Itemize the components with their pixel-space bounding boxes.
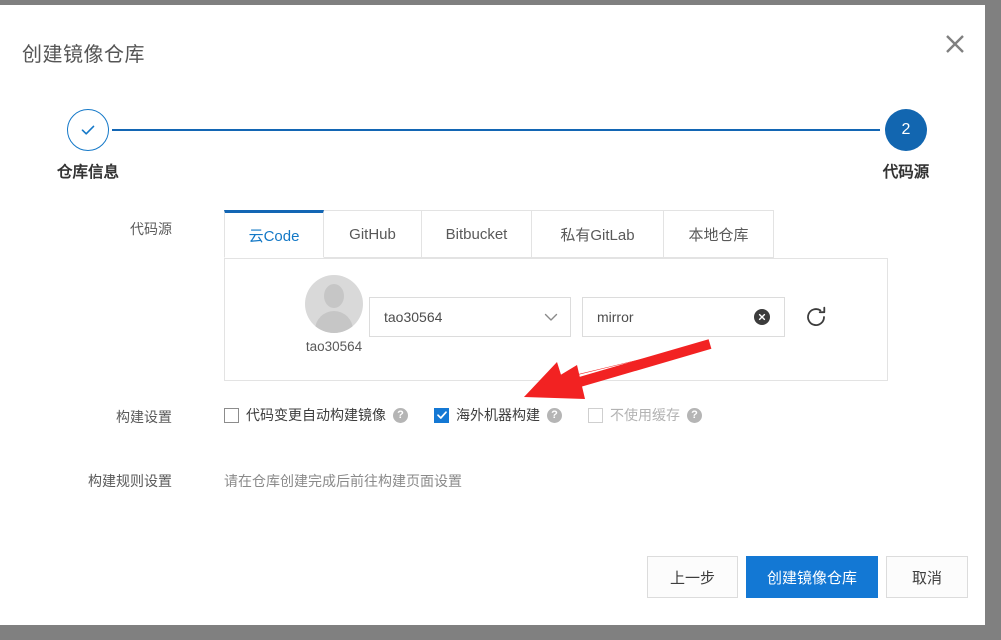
step-1-indicator [67, 109, 109, 151]
checkbox-label: 代码变更自动构建镜像 [246, 407, 386, 423]
checkbox-label: 不使用缓存 [610, 407, 680, 423]
step-1-label: 仓库信息 [56, 164, 119, 181]
help-icon[interactable]: ? [547, 407, 562, 423]
check-icon [436, 411, 447, 419]
checkbox-no-cache: 不使用缓存 ? [588, 405, 702, 425]
checkbox-box [588, 407, 603, 423]
code-source-tabs: 云Code GitHub Bitbucket 私有GitLab 本地仓库 [224, 210, 774, 258]
user-avatar-placeholder-icon [305, 275, 363, 333]
chevron-down-icon [544, 313, 558, 321]
check-icon [81, 125, 95, 135]
progress-stepper: 仓库信息 2 代码源 [0, 5, 985, 195]
organization-select-value: tao30564 [384, 309, 443, 325]
avatar-username: tao30564 [305, 339, 363, 354]
dialog-footer: 上一步 创建镜像仓库 取消 [0, 556, 985, 600]
clear-circle-icon[interactable] [754, 309, 770, 325]
checkbox-label: 海外机器构建 [456, 407, 540, 423]
window-right-chrome [985, 0, 1001, 640]
create-repository-button[interactable]: 创建镜像仓库 [746, 556, 878, 598]
previous-step-button[interactable]: 上一步 [647, 556, 738, 598]
step-2-indicator: 2 [885, 109, 927, 151]
tab-private-gitlab[interactable]: 私有GitLab [532, 210, 664, 258]
help-icon[interactable]: ? [393, 407, 408, 423]
help-icon[interactable]: ? [687, 407, 702, 423]
build-settings-checkbox-group: 代码变更自动构建镜像 ? 海外机器构建 ? 不使用缓存 ? [224, 405, 728, 425]
step-2-label: 代码源 [882, 164, 930, 181]
repository-name-value: mirror [597, 309, 634, 325]
refresh-icon[interactable] [803, 304, 829, 330]
tab-yun-code[interactable]: 云Code [224, 210, 324, 258]
build-rules-hint: 请在仓库创建完成后前往构建页面设置 [224, 473, 462, 489]
stepper-connector-line [112, 129, 880, 131]
cancel-button[interactable]: 取消 [886, 556, 968, 598]
checkbox-overseas-machine-build[interactable]: 海外机器构建 ? [434, 405, 562, 425]
label-build-rules: 构建规则设置 [88, 473, 172, 489]
stepper-step-code-source[interactable]: 2 代码源 [846, 109, 966, 182]
label-build-settings: 构建设置 [116, 409, 172, 425]
repository-name-input[interactable]: mirror [582, 297, 785, 337]
tab-local-repository[interactable]: 本地仓库 [664, 210, 774, 258]
repository-selection-panel: tao30564 tao30564 mirror [224, 258, 888, 381]
label-code-source: 代码源 [130, 221, 172, 237]
stepper-step-repository-info[interactable]: 仓库信息 [28, 109, 148, 182]
tab-github[interactable]: GitHub [324, 210, 422, 258]
checkbox-box[interactable] [224, 407, 239, 423]
checkbox-auto-build-on-code-change[interactable]: 代码变更自动构建镜像 ? [224, 405, 408, 425]
create-image-repository-dialog: 创建镜像仓库 仓库信息 2 代码源 代码源 构建设置 构建规则设置 云Code … [0, 5, 985, 625]
organization-select[interactable]: tao30564 [369, 297, 571, 337]
checkbox-box[interactable] [434, 407, 449, 423]
window-bottom-chrome [0, 625, 1001, 640]
tab-bitbucket[interactable]: Bitbucket [422, 210, 532, 258]
